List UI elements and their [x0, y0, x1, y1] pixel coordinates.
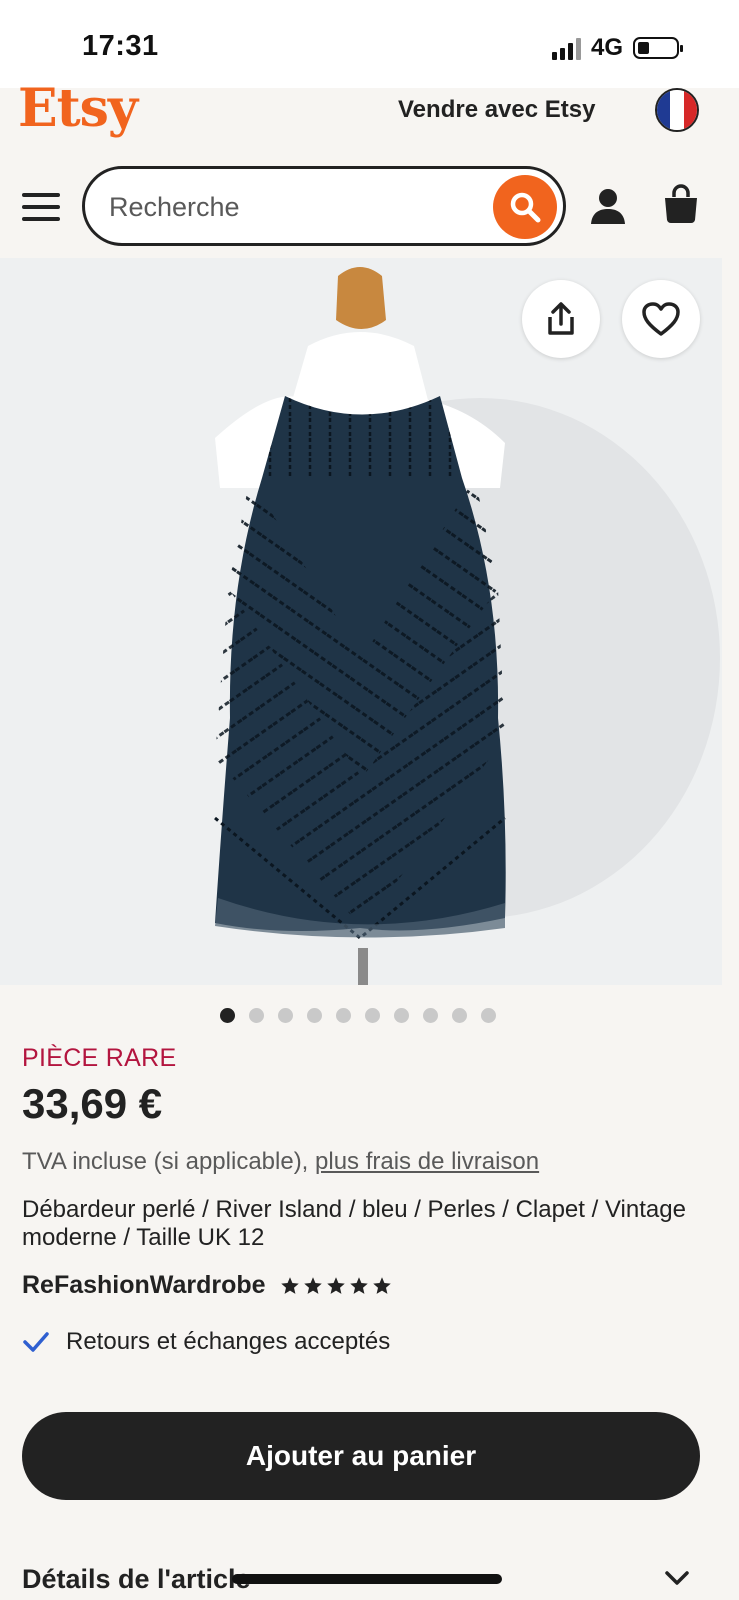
carousel-dot[interactable] [278, 1008, 293, 1023]
network-type: 4G [590, 34, 623, 61]
battery-icon [633, 37, 683, 59]
product-image[interactable] [0, 258, 722, 985]
product-title: Débardeur perlé / River Island / bleu / … [22, 1196, 686, 1251]
battery-level [638, 42, 649, 54]
star-icon [326, 1276, 345, 1294]
star-icon [372, 1276, 391, 1294]
shipping-costs-link[interactable]: plus frais de livraison [315, 1148, 539, 1175]
shop-info: ReFashionWardrobe [22, 1271, 392, 1300]
carousel-dot[interactable] [307, 1008, 322, 1023]
search-bar [82, 166, 566, 246]
star-icon [280, 1276, 299, 1294]
rare-item-badge: PIÈCE RARE [22, 1044, 177, 1072]
share-icon [548, 302, 574, 335]
search-icon [510, 192, 541, 223]
carousel-dot[interactable] [249, 1008, 264, 1023]
carousel-dot[interactable] [336, 1008, 351, 1023]
favorite-button[interactable] [622, 280, 700, 358]
shopping-bag-icon[interactable] [661, 184, 701, 224]
search-input[interactable] [107, 181, 471, 233]
sell-with-etsy-link[interactable]: Vendre avec Etsy [398, 96, 595, 124]
carousel-dot[interactable] [220, 1008, 235, 1023]
checkmark-icon [23, 1332, 49, 1352]
heart-icon [642, 302, 680, 336]
returns-text: Retours et échanges acceptés [66, 1328, 391, 1355]
vat-text: TVA incluse (si applicable), [22, 1148, 316, 1175]
share-button[interactable] [522, 280, 600, 358]
france-flag-icon[interactable] [655, 88, 699, 132]
product-price: 33,69 € [22, 1080, 163, 1127]
image-carousel-dots [220, 1008, 496, 1023]
user-icon[interactable] [588, 186, 628, 226]
search-button[interactable] [493, 175, 557, 239]
rating-stars[interactable] [280, 1276, 392, 1296]
status-indicators: 4G [551, 34, 683, 62]
item-details-title: Détails de l'article [22, 1564, 251, 1594]
carousel-dot[interactable] [423, 1008, 438, 1023]
beaded-top-image [0, 258, 722, 985]
status-time: 17:31 [82, 30, 159, 62]
carousel-dot[interactable] [365, 1008, 380, 1023]
home-indicator [232, 1574, 502, 1584]
add-to-cart-button[interactable]: Ajouter au panier [22, 1412, 700, 1500]
status-bar: 17:31 4G [0, 0, 739, 88]
hamburger-menu-icon[interactable] [22, 193, 60, 221]
signal-icon [551, 36, 581, 60]
carousel-dot[interactable] [481, 1008, 496, 1023]
header: Etsy Vendre avec Etsy [0, 78, 739, 258]
star-icon [349, 1276, 368, 1294]
chevron-down-icon [665, 1571, 689, 1585]
star-icon [303, 1276, 322, 1294]
carousel-dot[interactable] [452, 1008, 467, 1023]
returns-info: Retours et échanges acceptés [22, 1328, 390, 1356]
shop-name-link[interactable]: ReFashionWardrobe [22, 1271, 266, 1300]
carousel-dot[interactable] [394, 1008, 409, 1023]
etsy-logo[interactable]: Etsy [18, 78, 138, 139]
vat-info: TVA incluse (si applicable), plus frais … [22, 1148, 539, 1176]
